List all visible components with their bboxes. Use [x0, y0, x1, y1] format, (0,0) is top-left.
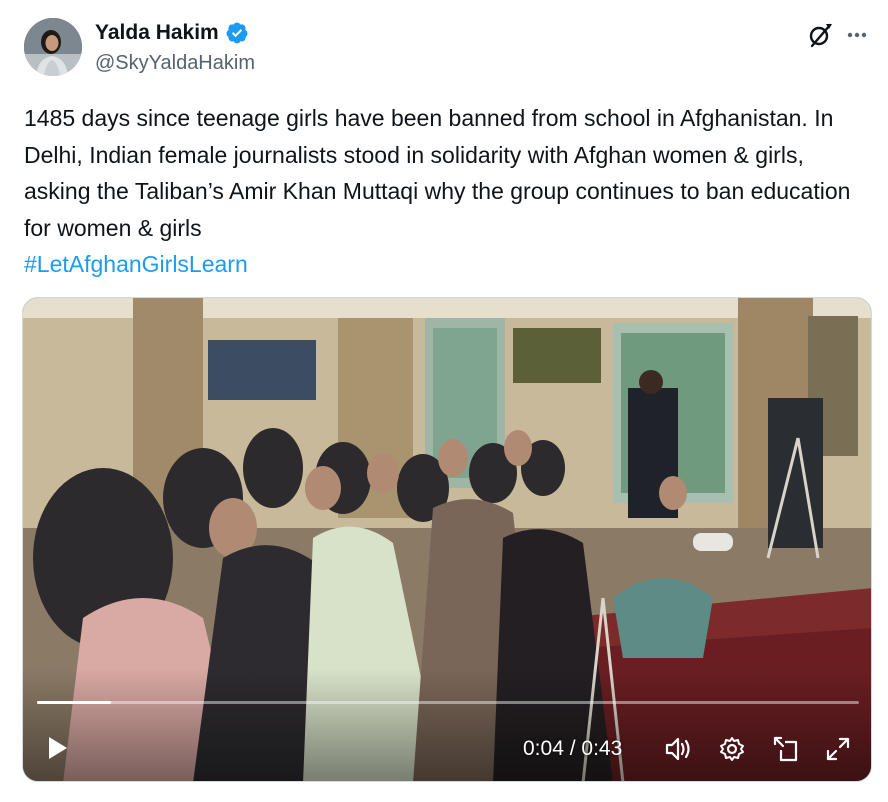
video-current-time: 0:04: [523, 737, 564, 760]
fullscreen-icon[interactable]: [823, 734, 853, 764]
video-progress-fill: [37, 701, 111, 704]
more-options-icon[interactable]: [842, 20, 872, 50]
video-time: 0:04 / 0:43: [523, 736, 622, 762]
verified-badge-icon: [226, 22, 248, 44]
author-display-name[interactable]: Yalda Hakim: [95, 20, 219, 46]
author-handle[interactable]: @SkyYaldaHakim: [95, 50, 255, 76]
time-separator: /: [569, 737, 576, 760]
settings-gear-icon[interactable]: [717, 734, 747, 764]
pop-out-icon[interactable]: [771, 734, 801, 764]
grok-icon[interactable]: [805, 20, 835, 50]
video-progress-bar[interactable]: [37, 701, 859, 704]
author-name-row: Yalda Hakim: [95, 20, 249, 46]
tweet-body: 1485 days since teenage girls have been …: [24, 105, 851, 241]
volume-icon[interactable]: [663, 734, 693, 764]
profile-photo-icon: [24, 18, 82, 76]
play-icon[interactable]: [43, 734, 71, 762]
hashtag-link[interactable]: #LetAfghanGirlsLearn: [24, 251, 248, 277]
video-duration: 0:43: [581, 737, 623, 760]
tweet-text: 1485 days since teenage girls have been …: [24, 100, 864, 283]
tweet-card: Yalda Hakim @SkyYaldaHakim 1485 days sin…: [0, 0, 888, 802]
video-frame: [23, 298, 871, 781]
video-player[interactable]: 0:04 / 0:43: [22, 297, 872, 782]
author-avatar[interactable]: [24, 18, 82, 76]
